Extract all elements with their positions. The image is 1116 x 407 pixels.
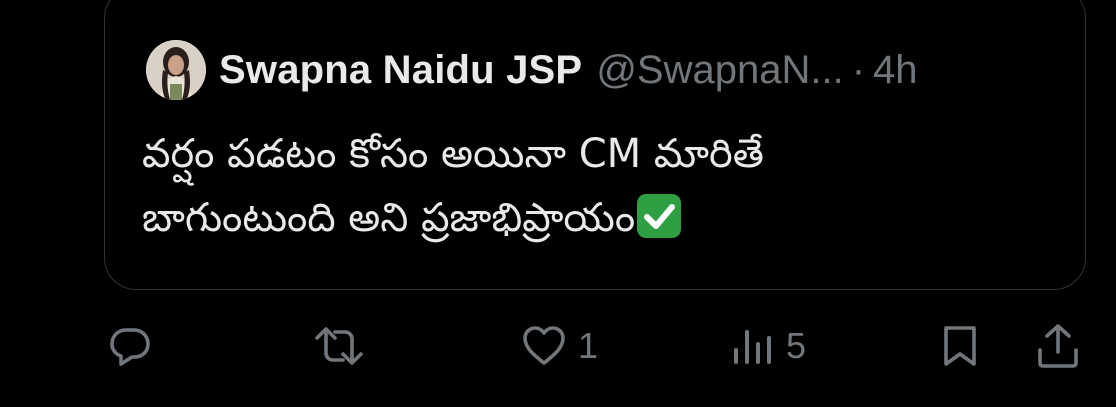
check-mark-emoji	[637, 194, 682, 238]
like-button[interactable]: 1	[520, 322, 598, 370]
reply-button[interactable]	[106, 322, 154, 370]
separator-dot: ·	[851, 47, 866, 92]
reply-icon	[110, 328, 150, 366]
action-bar: 1 5	[0, 310, 1116, 390]
tweet-text-line-1: వర్షం పడటం కోసం అయినా CM మారితే	[142, 131, 764, 177]
views-icon	[734, 330, 771, 364]
timestamp[interactable]: 4h	[873, 48, 918, 93]
quoted-tweet-header: Swapna Naidu JSP @SwapnaN... · 4h	[146, 40, 918, 100]
share-icon	[1038, 324, 1078, 368]
display-name[interactable]: Swapna Naidu JSP	[219, 48, 582, 93]
tweet-text-line-2: బాగుంటుంది అని ప్రజాభిప్రాయం	[142, 186, 1062, 250]
share-button[interactable]	[1034, 322, 1082, 370]
user-handle[interactable]: @SwapnaN...	[596, 48, 843, 93]
tweet-text-line-2-text: బాగుంటుంది అని ప్రజాభిప్రాయం	[142, 195, 636, 241]
avatar[interactable]	[146, 40, 206, 100]
views-count: 5	[786, 325, 807, 366]
heart-icon	[523, 326, 565, 365]
views-button[interactable]: 5	[728, 322, 806, 370]
retweet-icon	[315, 327, 363, 365]
retweet-button[interactable]	[312, 322, 366, 370]
bookmark-icon	[944, 326, 976, 366]
like-count: 1	[578, 325, 599, 366]
bookmark-button[interactable]	[936, 322, 984, 370]
tweet-text: వర్షం పడటం కోసం అయినా CM మారితే బాగుంటుం…	[142, 122, 1062, 250]
